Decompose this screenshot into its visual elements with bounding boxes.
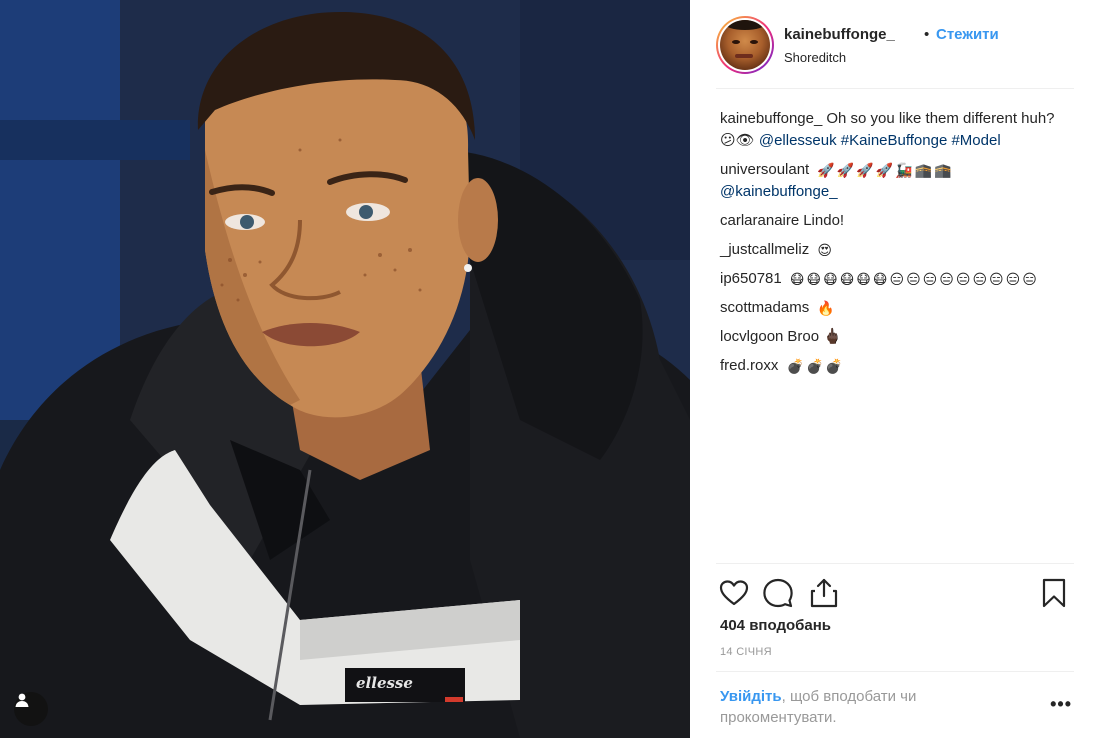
comment-username[interactable]: carlaranaire [720, 212, 799, 229]
comment-username[interactable]: ip650781 [720, 270, 782, 287]
comment-username[interactable]: universoulant [720, 161, 809, 178]
post-header: kainebuffonge_ • Стежити Shoreditch [716, 14, 1080, 76]
follow-button[interactable]: Стежити [936, 26, 999, 43]
post-actions [718, 575, 1078, 611]
caption-username[interactable]: kainebuffonge_ [720, 110, 822, 127]
actions-divider [716, 563, 1074, 564]
post-side-panel: kainebuffonge_ • Стежити Shoreditch kain… [690, 0, 1100, 738]
post-date[interactable]: 14 січня [720, 646, 772, 658]
login-link[interactable]: Увійдіть [720, 688, 782, 705]
avatar[interactable] [716, 16, 774, 74]
comment-text: Lindo! [803, 212, 845, 229]
likes-count[interactable]: 404 вподобань [720, 617, 831, 634]
list-item: scottmadams 🔥 [720, 297, 1072, 319]
bookmark-icon[interactable] [1038, 577, 1070, 609]
comment-text: 🚀🚀🚀🚀🚂🕋🕋 [817, 162, 954, 178]
list-item: universoulant 🚀🚀🚀🚀🚂🕋🕋 @kainebuffonge_ [720, 159, 1072, 203]
list-item: fred.roxx 💣💣💣 [720, 355, 1072, 377]
user-icon [15, 693, 29, 707]
list-item: carlaranaire Lindo! [720, 210, 1072, 232]
caption-hashtag[interactable]: #Model [951, 132, 1000, 149]
comment-username[interactable]: locvlgoon [720, 328, 783, 345]
comments-list: kainebuffonge_ Oh so you like them differ… [720, 108, 1072, 384]
comment-username[interactable]: fred.roxx [720, 357, 778, 374]
comment-icon[interactable] [762, 577, 794, 609]
comment-text: 🔥 [817, 300, 837, 316]
list-item: _justcallmeliz 😍 [720, 239, 1072, 261]
comment-text: 😍 [817, 242, 834, 258]
tagged-users-button[interactable] [14, 692, 48, 726]
header-separator: • [924, 26, 930, 43]
post-photo[interactable]: ellesse [0, 0, 690, 738]
list-item: ip650781 😷😷😷😷😷😷😑😑😑😑😑😑😑😑😑 [720, 268, 1072, 290]
comment-username[interactable]: _justcallmeliz [720, 241, 809, 258]
heart-icon[interactable] [718, 577, 750, 609]
comment-text: 😷😷😷😷😷😷😑😑😑😑😑😑😑😑😑 [789, 271, 1039, 287]
jacket-brand-label: ellesse [356, 674, 413, 692]
comment-mention[interactable]: @kainebuffonge_ [720, 183, 838, 200]
footer-divider [716, 671, 1074, 672]
login-prompt: Увійдіть, щоб вподобати чи прокоментуват… [720, 686, 1020, 728]
caption-hashtag[interactable]: #KaineBuffonge [841, 132, 948, 149]
caption-mention[interactable]: @ellesseuk [759, 132, 837, 149]
comment-text: 💣💣💣 [786, 358, 845, 374]
caption: kainebuffonge_ Oh so you like them differ… [720, 108, 1072, 152]
share-icon[interactable] [808, 577, 840, 609]
photo-illustration [0, 0, 690, 738]
comment-text: Broo 🖕🏿 [787, 328, 842, 345]
more-options-icon[interactable]: ••• [1050, 694, 1072, 715]
header-username[interactable]: kainebuffonge_ [784, 26, 895, 43]
list-item: locvlgoon Broo 🖕🏿 [720, 326, 1072, 348]
header-divider [716, 88, 1074, 89]
comment-username[interactable]: scottmadams [720, 299, 809, 316]
location-link[interactable]: Shoreditch [784, 50, 846, 65]
